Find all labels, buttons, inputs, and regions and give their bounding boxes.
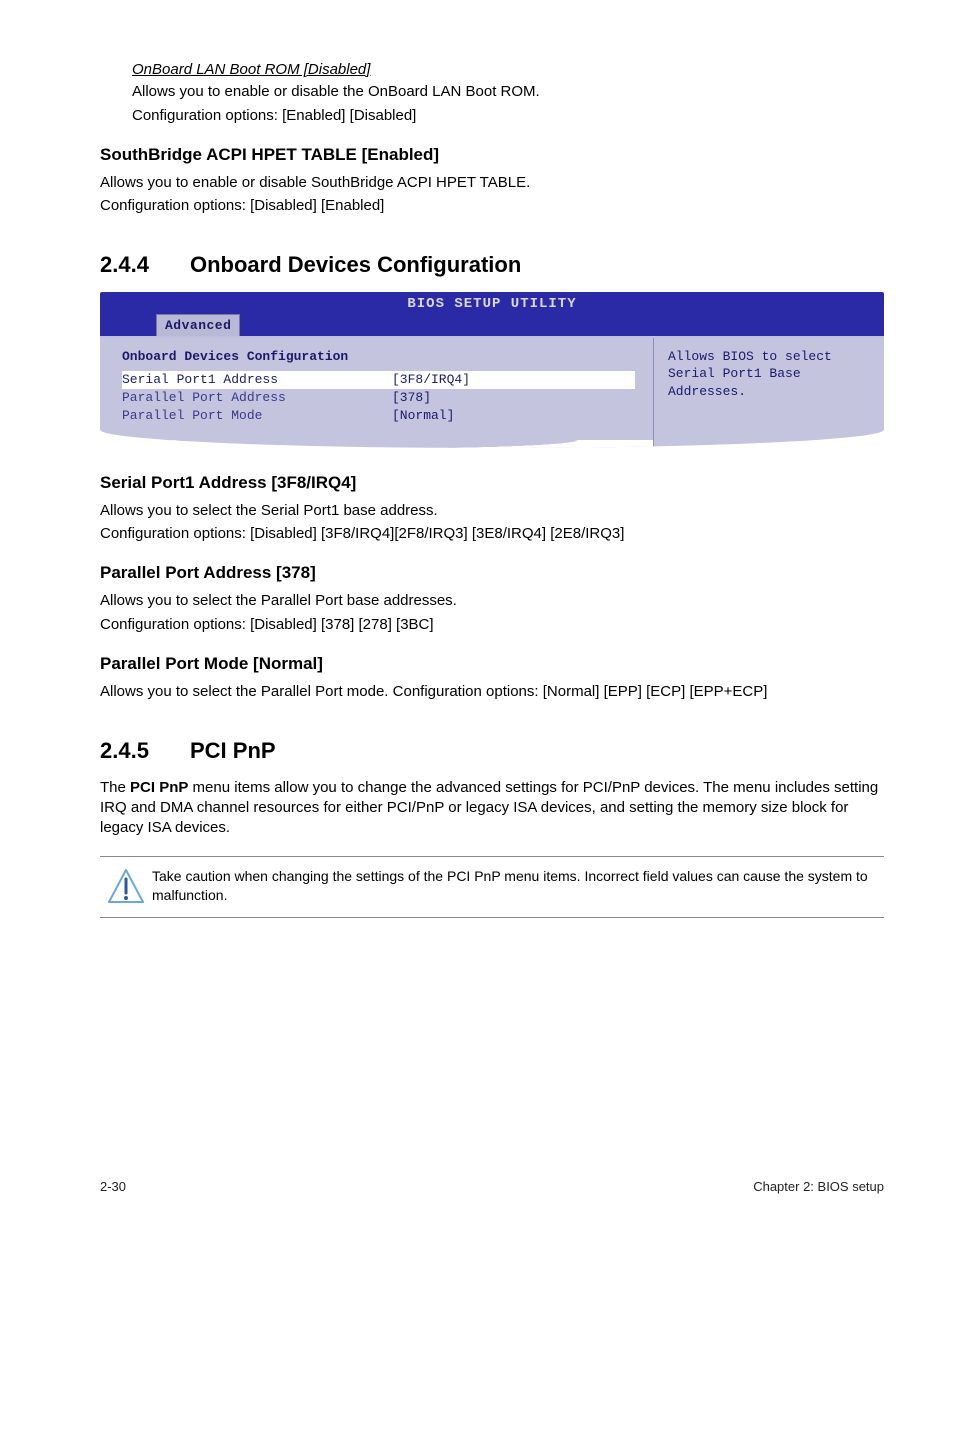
bios-row-serial-port1[interactable]: Serial Port1 Address [3F8/IRQ4]	[122, 371, 635, 389]
southbridge-desc-2: Configuration options: [Disabled] [Enabl…	[100, 196, 884, 216]
bios-header: BIOS SETUP UTILITY	[100, 292, 884, 314]
pci-pnp-bold: PCI PnP	[130, 779, 188, 796]
bios-help-line: Addresses.	[668, 383, 870, 401]
serial-port1-desc-1: Allows you to select the Serial Port1 ba…	[100, 501, 884, 521]
bios-body: Onboard Devices Configuration Serial Por…	[100, 336, 884, 448]
bios-help-line: Serial Port1 Base	[668, 365, 870, 383]
southbridge-heading: SouthBridge ACPI HPET TABLE [Enabled]	[100, 144, 884, 167]
bios-help-line: Allows BIOS to select	[668, 348, 870, 366]
bios-row-label: Serial Port1 Address	[122, 371, 392, 389]
bios-row-label: Parallel Port Mode	[122, 407, 392, 425]
onboard-lan-subhead: OnBoard LAN Boot ROM [Disabled]	[132, 60, 884, 80]
onboard-lan-desc-2: Configuration options: [Enabled] [Disabl…	[132, 106, 884, 126]
bios-row-parallel-address[interactable]: Parallel Port Address [378]	[122, 389, 635, 407]
parallel-mode-desc-1: Allows you to select the Parallel Port m…	[100, 682, 884, 702]
parallel-mode-heading: Parallel Port Mode [Normal]	[100, 653, 884, 676]
bios-row-value: [378]	[392, 389, 431, 407]
bios-left-panel: Onboard Devices Configuration Serial Por…	[100, 338, 654, 448]
serial-port1-heading: Serial Port1 Address [3F8/IRQ4]	[100, 472, 884, 495]
bios-row-parallel-mode[interactable]: Parallel Port Mode [Normal]	[122, 407, 635, 425]
section-245-title: PCI PnP	[190, 738, 276, 763]
caution-box: Take caution when changing the settings …	[100, 856, 884, 918]
parallel-address-desc-2: Configuration options: [Disabled] [378] …	[100, 615, 884, 635]
southbridge-desc-1: Allows you to enable or disable SouthBri…	[100, 173, 884, 193]
section-245-number: 2.4.5	[100, 736, 190, 766]
caution-icon	[100, 867, 152, 907]
bios-row-value: [3F8/IRQ4]	[392, 371, 470, 389]
bios-panel-title: Onboard Devices Configuration	[122, 348, 635, 366]
section-245-heading: 2.4.5PCI PnP	[100, 736, 884, 766]
onboard-lan-desc-1: Allows you to enable or disable the OnBo…	[132, 82, 884, 102]
serial-port1-desc-2: Configuration options: [Disabled] [3F8/I…	[100, 524, 884, 544]
tab-advanced[interactable]: Advanced	[156, 314, 240, 337]
section-245-body: The PCI PnP menu items allow you to chan…	[100, 778, 884, 839]
parallel-address-heading: Parallel Port Address [378]	[100, 562, 884, 585]
bios-row-value: [Normal]	[392, 407, 454, 425]
caution-text: Take caution when changing the settings …	[152, 867, 884, 905]
footer-page-number: 2-30	[100, 1178, 126, 1196]
section-244-number: 2.4.4	[100, 250, 190, 280]
footer-chapter: Chapter 2: BIOS setup	[753, 1178, 884, 1196]
bios-row-label: Parallel Port Address	[122, 389, 392, 407]
page-footer: 2-30 Chapter 2: BIOS setup	[100, 1178, 884, 1196]
parallel-address-desc-1: Allows you to select the Parallel Port b…	[100, 591, 884, 611]
bios-tab-row: Advanced	[100, 314, 884, 336]
bios-setup-utility: BIOS SETUP UTILITY Advanced Onboard Devi…	[100, 292, 884, 448]
section-244-heading: 2.4.4Onboard Devices Configuration	[100, 250, 884, 280]
section-244-title: Onboard Devices Configuration	[190, 252, 521, 277]
bios-help-panel: Allows BIOS to select Serial Port1 Base …	[654, 338, 884, 448]
